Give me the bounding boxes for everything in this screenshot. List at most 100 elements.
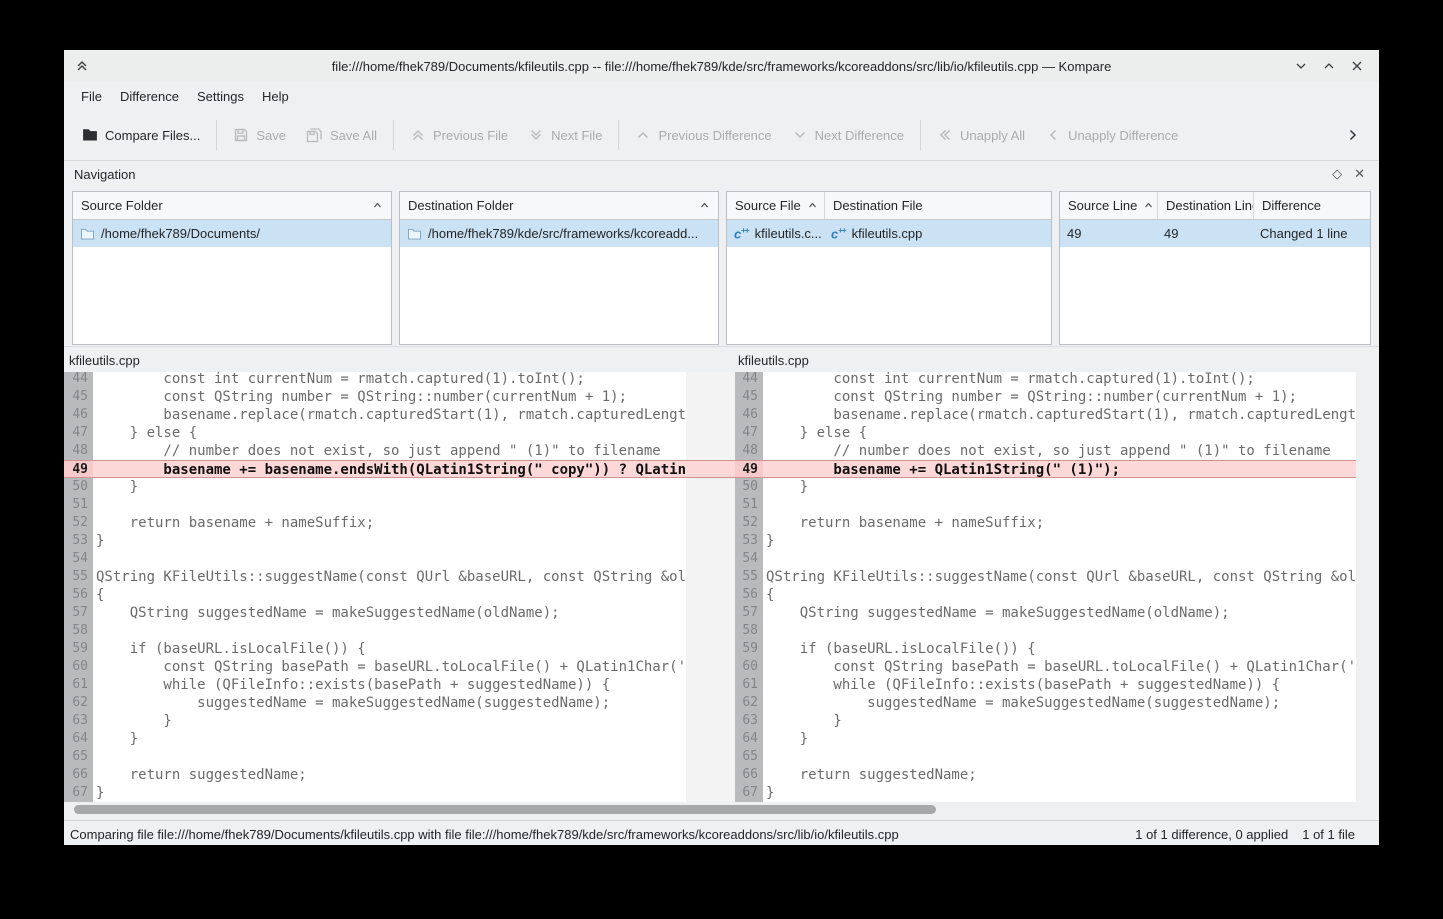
destination-code-line xyxy=(763,496,1356,514)
menu-difference[interactable]: Difference xyxy=(111,86,188,107)
titlebar: file:///home/fhek789/Documents/kfileutil… xyxy=(64,50,1379,82)
source-code-line: } xyxy=(93,730,686,748)
previous-file-button[interactable]: Previous File xyxy=(400,119,518,151)
minimize-button[interactable] xyxy=(1293,58,1309,74)
floppy-all-icon xyxy=(306,127,323,143)
toolbar-overflow-button[interactable] xyxy=(1335,121,1371,149)
destination-code-line: return basename + nameSuffix; xyxy=(763,514,1356,532)
destination-line-number: 60 xyxy=(735,658,763,676)
source-folder-row[interactable]: /home/fhek789/Documents/ xyxy=(73,220,391,247)
destination-line-number: 55 xyxy=(735,568,763,586)
file-pair-row[interactable]: c++ kfileutils.c... c++ kfileutils.cpp xyxy=(727,220,1051,247)
destination-file-column-header[interactable]: Destination File xyxy=(824,192,1051,219)
sort-ascending-icon xyxy=(1137,200,1154,211)
source-line-number: 48 xyxy=(64,442,93,460)
diff-connector xyxy=(686,550,735,568)
differences-panel: Source Line Destination Line Difference … xyxy=(1059,191,1371,345)
dock-float-icon[interactable]: ◇ xyxy=(1332,166,1342,182)
destination-line-number: 54 xyxy=(735,550,763,568)
destination-line-number: 50 xyxy=(735,478,763,496)
diff-line: 59 if (baseURL.isLocalFile()) {59 if (ba… xyxy=(64,640,1356,658)
diff-line: 60 const QString basePath = baseURL.toLo… xyxy=(64,658,1356,676)
destination-folder-row[interactable]: /home/fhek789/kde/src/frameworks/kcoread… xyxy=(400,220,718,247)
toolbar-separator xyxy=(393,120,394,150)
destination-code-line: const QString number = QString::number(c… xyxy=(763,388,1356,406)
destination-line-number: 64 xyxy=(735,730,763,748)
unapply-difference-button[interactable]: Unapply Difference xyxy=(1035,119,1188,151)
destination-folder-column-header[interactable]: Destination Folder xyxy=(400,192,718,219)
compare-files-button[interactable]: Compare Files... xyxy=(72,119,210,151)
maximize-button[interactable] xyxy=(1321,58,1337,74)
source-line-number: 53 xyxy=(64,532,93,550)
diff-connector xyxy=(686,658,735,676)
diff-line: 66 return suggestedName;66 return sugges… xyxy=(64,766,1356,784)
source-code-line: } else { xyxy=(93,424,686,442)
diff-line: 6565 xyxy=(64,748,1356,766)
double-chevron-left-icon xyxy=(937,127,953,143)
save-all-button[interactable]: Save All xyxy=(296,119,387,151)
source-code-line: return basename + nameSuffix; xyxy=(93,514,686,532)
chevron-left-icon xyxy=(1045,127,1061,143)
sort-ascending-icon xyxy=(366,200,383,211)
horizontal-scrollbar[interactable] xyxy=(74,805,936,814)
destination-line-number: 53 xyxy=(735,532,763,550)
previous-file-label: Previous File xyxy=(433,128,508,143)
diff-line: 53}53} xyxy=(64,532,1356,550)
diff-connector xyxy=(686,640,735,658)
source-folder-column-header[interactable]: Source Folder xyxy=(73,192,391,219)
dock-close-icon[interactable]: ✕ xyxy=(1354,166,1365,182)
source-line-number: 45 xyxy=(64,388,93,406)
source-pane-title: kfileutils.cpp xyxy=(69,353,140,368)
cpp-file-icon: c++ xyxy=(831,227,846,240)
destination-code-line: } xyxy=(763,730,1356,748)
destination-line-number: 46 xyxy=(735,406,763,424)
diff-connector xyxy=(686,406,735,424)
diff-connector xyxy=(686,730,735,748)
difference-column-header[interactable]: Difference xyxy=(1253,192,1370,219)
source-code-line xyxy=(93,496,686,514)
diff-line: 45 const QString number = QString::numbe… xyxy=(64,388,1356,406)
next-file-button[interactable]: Next File xyxy=(518,119,612,151)
next-difference-button[interactable]: Next Difference xyxy=(782,119,914,151)
diff-line: 55QString KFileUtils::suggestName(const … xyxy=(64,568,1356,586)
navigation-panels: Source Folder /home/fhek789/Documents/ xyxy=(64,187,1379,345)
next-file-label: Next File xyxy=(551,128,602,143)
destination-line-number: 57 xyxy=(735,604,763,622)
diff-line: 44 const int currentNum = rmatch.capture… xyxy=(64,372,1356,388)
destination-code-line: } xyxy=(763,532,1356,550)
destination-code-line: } xyxy=(763,478,1356,496)
diff-connector xyxy=(686,460,735,478)
source-folder-panel: Source Folder /home/fhek789/Documents/ xyxy=(72,191,392,345)
menu-help[interactable]: Help xyxy=(253,86,298,107)
navigation-dock-header: Navigation ◇ ✕ xyxy=(64,161,1379,187)
menu-settings[interactable]: Settings xyxy=(188,86,253,107)
destination-code-line: // number does not exist, so just append… xyxy=(763,442,1356,460)
chevron-up-icon xyxy=(635,127,651,143)
source-line-number: 52 xyxy=(64,514,93,532)
diff-pane-headers: kfileutils.cpp kfileutils.cpp xyxy=(64,346,1379,372)
navigation-dock-title: Navigation xyxy=(74,167,135,182)
source-file-column-header[interactable]: Source File xyxy=(727,192,824,219)
double-chevron-down-icon xyxy=(528,127,544,143)
source-line-number: 66 xyxy=(64,766,93,784)
source-code-line: } xyxy=(93,712,686,730)
save-button[interactable]: Save xyxy=(223,119,296,151)
source-line-column-header[interactable]: Source Line xyxy=(1060,192,1157,219)
destination-line-number: 56 xyxy=(735,586,763,604)
close-button[interactable] xyxy=(1349,58,1365,74)
menubar: FileDifferenceSettingsHelp xyxy=(64,82,1379,110)
unapply-all-button[interactable]: Unapply All xyxy=(927,119,1035,151)
destination-line-column-header[interactable]: Destination Line xyxy=(1157,192,1253,219)
previous-difference-button[interactable]: Previous Difference xyxy=(625,119,781,151)
destination-code-line xyxy=(763,550,1356,568)
destination-code-line: basename.replace(rmatch.capturedStart(1)… xyxy=(763,406,1356,424)
difference-row[interactable]: 49 49 Changed 1 line xyxy=(1060,220,1370,247)
diff-connector xyxy=(686,532,735,550)
destination-pane-title: kfileutils.cpp xyxy=(738,353,809,368)
previous-difference-label: Previous Difference xyxy=(658,128,771,143)
source-code-line: while (QFileInfo::exists(basePath + sugg… xyxy=(93,676,686,694)
destination-code-line: basename += QLatin1String(" (1)"); xyxy=(763,460,1356,478)
menu-file[interactable]: File xyxy=(72,86,111,107)
diff-line-changed[interactable]: 49 basename += basename.endsWith(QLatin1… xyxy=(64,460,1356,478)
source-code-line: } xyxy=(93,478,686,496)
